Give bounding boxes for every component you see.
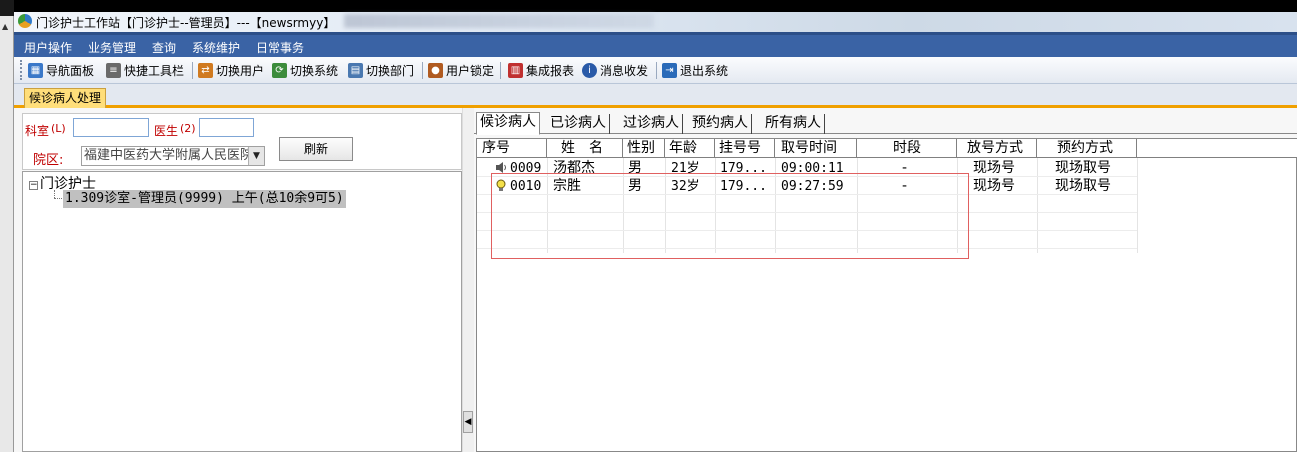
exit-icon: ⇥ bbox=[662, 63, 677, 78]
integrated-report-label: 集成报表 bbox=[526, 64, 575, 78]
toolbar-separator bbox=[656, 62, 657, 79]
grid-line bbox=[1037, 158, 1038, 253]
nav-panel-label: 导航面板 bbox=[46, 64, 95, 78]
dept-label: 科室 bbox=[25, 124, 50, 138]
switch-system-icon: ⟳ bbox=[272, 63, 287, 78]
cell-release: 现场号 bbox=[973, 160, 1015, 176]
right-pane: 候诊病人 已诊病人 过诊病人 预约病人 所有病人 序号 姓 名 性别 年龄 挂号… bbox=[474, 108, 1297, 452]
doctor-input[interactable] bbox=[199, 118, 254, 137]
user-lock-label: 用户锁定 bbox=[446, 64, 495, 78]
doctor-hotkey: (2) bbox=[180, 122, 196, 135]
collapse-toggle-icon[interactable]: − bbox=[29, 181, 38, 190]
toolbar: ▦ 导航面板 ≡ 快捷工具栏 ⇄ 切换用户 ⟳ 切换系统 ▤ 切换部门 ● 用户… bbox=[14, 57, 1297, 84]
refresh-button[interactable]: 刷新 bbox=[279, 137, 353, 161]
menu-bar: 用户操作 业务管理 查询 系统维护 日常事务 bbox=[14, 32, 1297, 57]
scroll-up-arrow-icon[interactable]: ▲ bbox=[2, 22, 8, 31]
switch-system-button[interactable]: ⟳ 切换系统 bbox=[272, 61, 338, 80]
message-button[interactable]: i 消息收发 bbox=[582, 61, 648, 80]
highlight-rectangle bbox=[491, 173, 969, 259]
hospital-select[interactable]: 福建中医药大学附属人民医院 ▼ bbox=[81, 146, 265, 166]
title-bar: 门诊护士工作站【门诊护士--管理员】---【newsrmyy】 bbox=[14, 12, 1297, 32]
switch-system-label: 切换系统 bbox=[290, 64, 339, 78]
quick-toolbar-icon: ≡ bbox=[106, 63, 121, 78]
cell-booking: 现场取号 bbox=[1055, 178, 1111, 194]
col-header-sex[interactable]: 性别 bbox=[623, 139, 665, 158]
hospital-select-value: 福建中医药大学附属人民医院 bbox=[84, 148, 254, 163]
nav-panel-button[interactable]: ▦ 导航面板 bbox=[28, 61, 94, 80]
col-header-time[interactable]: 取号时间 bbox=[775, 139, 857, 158]
tab-booked-patients[interactable]: 预约病人 bbox=[689, 114, 752, 134]
menu-daily-affairs[interactable]: 日常事务 bbox=[256, 39, 304, 56]
patient-grid: 序号 姓 名 性别 年龄 挂号号 取号时间 时段 放号方式 预约方式 0009 … bbox=[476, 138, 1297, 452]
integrated-report-button[interactable]: ▥ 集成报表 bbox=[508, 61, 574, 80]
user-lock-button[interactable]: ● 用户锁定 bbox=[428, 61, 494, 80]
hospital-label: 院区: bbox=[33, 153, 64, 168]
col-header-release[interactable]: 放号方式 bbox=[957, 139, 1037, 158]
switch-department-button[interactable]: ▤ 切换部门 bbox=[348, 61, 414, 80]
menu-business[interactable]: 业务管理 bbox=[88, 39, 136, 56]
quick-toolbar-label: 快捷工具栏 bbox=[124, 64, 185, 78]
toolbar-separator bbox=[500, 62, 501, 79]
tree-connector bbox=[54, 198, 62, 199]
tree-connector bbox=[54, 190, 55, 198]
col-header-reg-no[interactable]: 挂号号 bbox=[715, 139, 775, 158]
user-lock-icon: ● bbox=[428, 63, 443, 78]
navigation-panel-icon: ▦ bbox=[28, 63, 43, 78]
col-header-age[interactable]: 年龄 bbox=[665, 139, 715, 158]
cell-booking: 现场取号 bbox=[1055, 160, 1111, 176]
tree-child-node[interactable]: 1.309诊室-管理员(9999) 上午(总10余9可5) bbox=[63, 190, 346, 208]
toolbar-grip[interactable] bbox=[20, 60, 23, 80]
col-header-name[interactable]: 姓 名 bbox=[547, 139, 623, 158]
exit-button[interactable]: ⇥ 退出系统 bbox=[662, 61, 728, 80]
tab-waiting-patients[interactable]: 候诊病人 bbox=[476, 112, 540, 135]
patient-tabs: 候诊病人 已诊病人 过诊病人 预约病人 所有病人 bbox=[474, 112, 1297, 135]
main-tab-strip: 候诊病人处理 bbox=[14, 84, 1297, 108]
tab-seen-patients[interactable]: 已诊病人 bbox=[547, 114, 610, 134]
outer-window-edge: ▲ bbox=[0, 0, 14, 452]
left-pane: 科室 (L) 医生 (2) 院区: 福建中医药大学附属人民医院 ▼ 刷新 − 门诊… bbox=[14, 108, 462, 452]
pane-splitter[interactable]: ◀ bbox=[462, 108, 474, 452]
switch-user-label: 切换用户 bbox=[216, 64, 265, 78]
menu-system-maintenance[interactable]: 系统维护 bbox=[192, 39, 240, 56]
menu-query[interactable]: 查询 bbox=[152, 39, 176, 56]
filter-panel: 科室 (L) 医生 (2) 院区: 福建中医药大学附属人民医院 ▼ 刷新 bbox=[22, 113, 462, 170]
chevron-down-icon[interactable]: ▼ bbox=[248, 147, 264, 165]
quick-toolbar-button[interactable]: ≡ 快捷工具栏 bbox=[106, 61, 184, 80]
message-icon: i bbox=[582, 63, 597, 78]
switch-department-icon: ▤ bbox=[348, 63, 363, 78]
doctor-label: 医生 bbox=[154, 124, 179, 138]
tab-all-patients[interactable]: 所有病人 bbox=[762, 114, 825, 134]
redacted-region bbox=[344, 14, 654, 28]
switch-user-button[interactable]: ⇄ 切换用户 bbox=[198, 61, 264, 80]
switch-user-icon: ⇄ bbox=[198, 63, 213, 78]
tab-waiting-patients-processing[interactable]: 候诊病人处理 bbox=[24, 88, 107, 108]
col-header-booking[interactable]: 预约方式 bbox=[1037, 139, 1137, 158]
message-label: 消息收发 bbox=[600, 64, 649, 78]
toolbar-separator bbox=[192, 62, 193, 79]
window-title: 门诊护士工作站【门诊护士--管理员】---【newsrmyy】 bbox=[36, 16, 336, 30]
integrated-report-icon: ▥ bbox=[508, 63, 523, 78]
collapse-left-arrow-icon[interactable]: ◀ bbox=[463, 411, 473, 433]
switch-department-label: 切换部门 bbox=[366, 64, 415, 78]
grid-line bbox=[1137, 158, 1138, 253]
toolbar-separator bbox=[422, 62, 423, 79]
tab-missed-patients[interactable]: 过诊病人 bbox=[620, 114, 683, 134]
cell-release: 现场号 bbox=[973, 178, 1015, 194]
app-logo-icon bbox=[18, 14, 32, 28]
dept-input[interactable] bbox=[73, 118, 149, 137]
menu-user-ops[interactable]: 用户操作 bbox=[24, 39, 72, 56]
outer-scrollbar[interactable] bbox=[0, 16, 14, 452]
col-header-period[interactable]: 时段 bbox=[857, 139, 957, 158]
col-header-no[interactable]: 序号 bbox=[477, 139, 547, 158]
clinic-tree: − 门诊护士 1.309诊室-管理员(9999) 上午(总10余9可5) bbox=[22, 171, 462, 452]
exit-label: 退出系统 bbox=[680, 64, 729, 78]
dept-hotkey: (L) bbox=[51, 122, 66, 135]
grid-header: 序号 姓 名 性别 年龄 挂号号 取号时间 时段 放号方式 预约方式 bbox=[477, 139, 1297, 158]
